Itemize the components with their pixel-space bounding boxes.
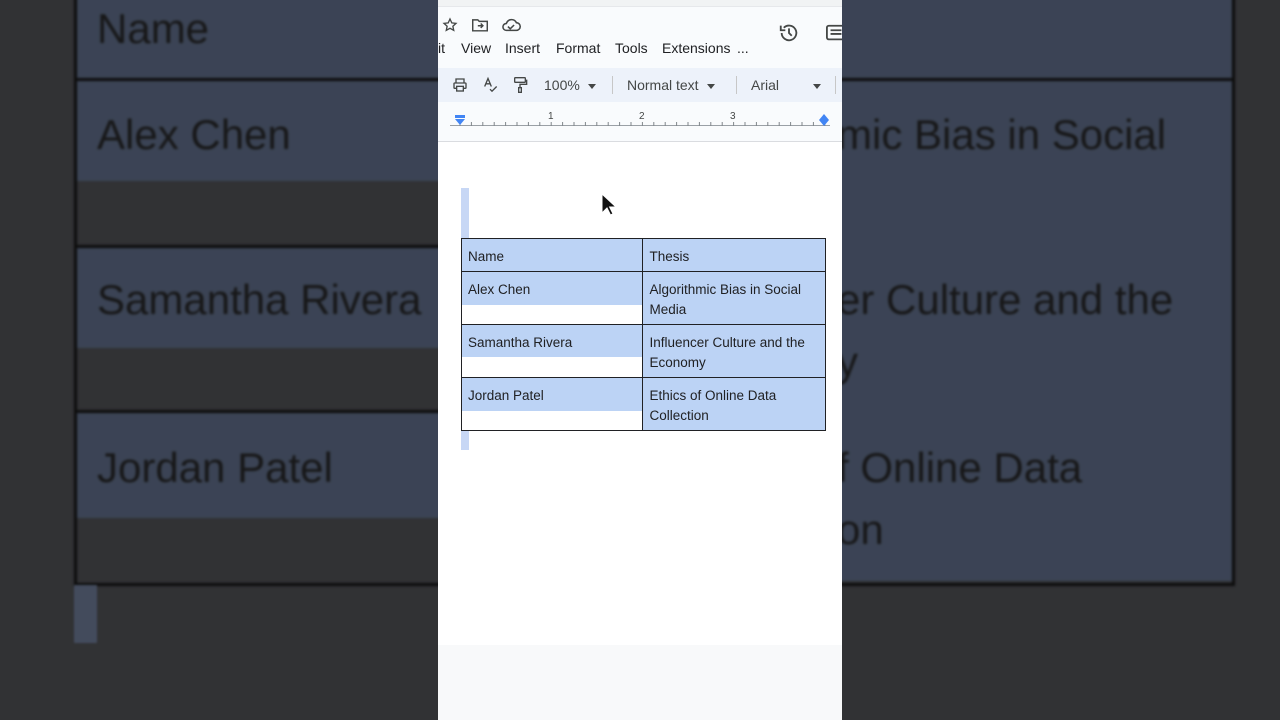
table-cell[interactable]: Samantha Rivera — [460, 324, 644, 378]
cell-name: Alex Chen — [468, 282, 531, 297]
ruler-mark-1: 1 — [548, 111, 554, 122]
spellcheck-icon[interactable] — [482, 76, 498, 96]
ruler-mark-3: 3 — [730, 111, 736, 122]
table-cell[interactable]: Alex Chen — [460, 271, 644, 325]
paint-format-icon[interactable] — [512, 76, 528, 97]
ruler[interactable]: 1 2 3 — [438, 110, 842, 130]
cell-thesis: Ethics of Online Data Collection — [649, 388, 777, 423]
font-value: Arial — [751, 77, 780, 93]
cloud-status-icon[interactable] — [501, 17, 521, 38]
table-cell[interactable]: Thesis — [642, 238, 826, 272]
table-cell[interactable]: Jordan Patel — [460, 377, 644, 431]
zoom-value: 100% — [544, 77, 580, 93]
cell-name: Samantha Rivera — [468, 335, 573, 350]
chevron-down-icon — [813, 83, 822, 89]
title-icons-row — [438, 17, 842, 42]
print-icon[interactable] — [452, 77, 468, 96]
table-cell[interactable]: Ethics of Online Data Collection — [642, 377, 826, 431]
header-thesis: Thesis — [649, 249, 690, 264]
left-indent-marker[interactable] — [454, 114, 466, 132]
table-header-row: Name Thesis — [460, 238, 826, 272]
table-row: Jordan Patel Ethics of Online Data Colle… — [460, 377, 826, 431]
cell-thesis: Influencer Culture and the Economy — [649, 335, 805, 370]
font-select[interactable]: Arial — [751, 77, 822, 93]
zoom-select[interactable]: 100% — [544, 77, 596, 93]
menu-edit[interactable]: it — [438, 40, 445, 56]
header-name: Name — [468, 249, 505, 264]
chevron-down-icon — [587, 83, 596, 89]
cell-thesis: Algorithmic Bias in Social Media — [649, 282, 802, 317]
selection-highlight-top — [461, 188, 469, 238]
table-row: Samantha Rivera Influencer Culture and t… — [460, 324, 826, 378]
menu-bar: it View Insert Format Tools Extensions .… — [438, 40, 842, 58]
menu-format[interactable]: Format — [556, 40, 600, 56]
cell-name: Jordan Patel — [468, 388, 544, 403]
style-value: Normal text — [627, 77, 699, 93]
star-icon[interactable] — [442, 17, 458, 38]
move-to-folder-icon[interactable] — [471, 17, 489, 38]
ruler-mark-2: 2 — [639, 111, 645, 122]
right-indent-marker[interactable] — [818, 113, 830, 131]
chevron-down-icon — [706, 83, 715, 89]
table-cell[interactable]: Name — [460, 238, 644, 272]
format-toolbar: 100% Normal text Arial — [438, 68, 842, 102]
menu-extensions[interactable]: Extensions — [662, 40, 730, 56]
menu-tools[interactable]: Tools — [615, 40, 648, 56]
mouse-pointer-icon — [601, 193, 618, 216]
menu-insert[interactable]: Insert — [505, 40, 540, 56]
menu-more[interactable]: ... — [737, 40, 749, 56]
docs-window: it View Insert Format Tools Extensions .… — [438, 0, 842, 720]
table-cell[interactable]: Algorithmic Bias in Social Media — [642, 271, 826, 325]
selection-highlight-bottom — [461, 430, 469, 450]
table-cell[interactable]: Influencer Culture and the Economy — [642, 324, 826, 378]
document-table[interactable]: Name Thesis Alex Chen Algorithmic Bias i… — [460, 238, 826, 431]
menu-view[interactable]: View — [461, 40, 491, 56]
style-select[interactable]: Normal text — [627, 77, 715, 93]
table-row: Alex Chen Algorithmic Bias in Social Med… — [460, 271, 826, 325]
